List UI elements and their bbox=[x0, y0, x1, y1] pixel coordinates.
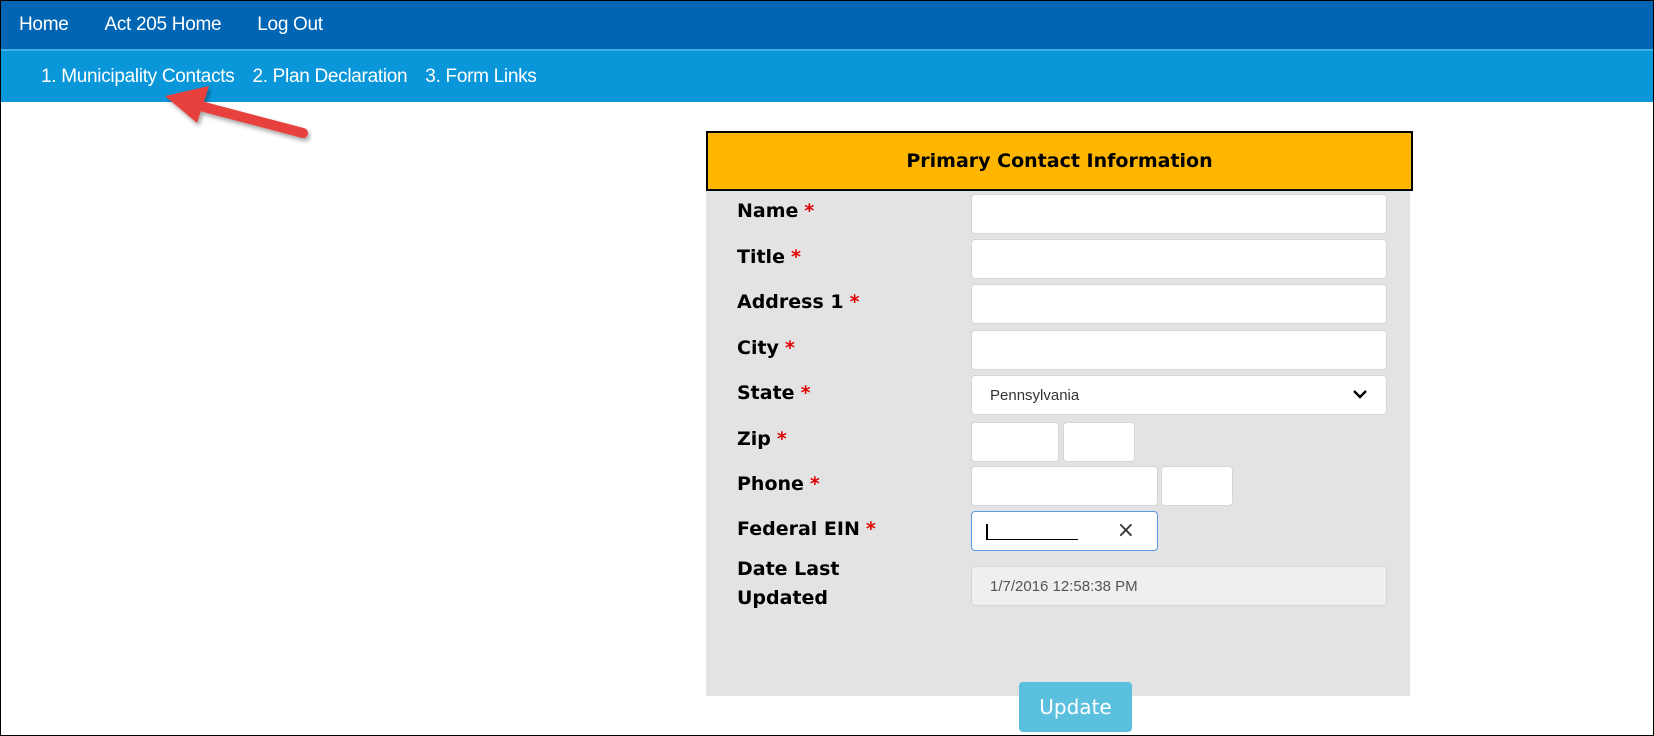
subnav-form-links-link[interactable]: 3. Form Links bbox=[425, 66, 536, 88]
date-last-updated-label: Date Last Updated bbox=[737, 558, 840, 609]
phone-input[interactable] bbox=[971, 466, 1158, 506]
required-mark: * bbox=[809, 473, 820, 495]
nav-logout-link[interactable]: Log Out bbox=[257, 14, 323, 36]
zip-label: Zip * bbox=[737, 428, 787, 450]
chevron-down-icon bbox=[1353, 390, 1367, 399]
zip-input[interactable] bbox=[971, 422, 1059, 462]
state-label: State * bbox=[737, 382, 811, 404]
browser-page: Home Act 205 Home Log Out 1. Municipalit… bbox=[0, 0, 1654, 736]
address1-label: Address 1 * bbox=[737, 291, 860, 313]
phone-ext-input[interactable] bbox=[1161, 466, 1233, 506]
phone-label: Phone * bbox=[737, 473, 820, 495]
required-mark: * bbox=[804, 200, 815, 222]
state-select[interactable]: Pennsylvania bbox=[971, 375, 1387, 415]
name-label: Name * bbox=[737, 200, 815, 222]
address1-input[interactable] bbox=[971, 284, 1387, 324]
federal-ein-input[interactable]: × bbox=[971, 511, 1158, 551]
required-mark: * bbox=[865, 518, 876, 540]
required-mark: * bbox=[790, 246, 801, 268]
city-label: City * bbox=[737, 337, 795, 359]
title-input[interactable] bbox=[971, 239, 1387, 279]
required-mark: * bbox=[776, 428, 787, 450]
zip-ext-input[interactable] bbox=[1063, 422, 1135, 462]
name-input[interactable] bbox=[971, 194, 1387, 234]
federal-ein-label: Federal EIN * bbox=[737, 518, 876, 540]
required-mark: * bbox=[800, 382, 811, 404]
required-mark: * bbox=[784, 337, 795, 359]
update-button[interactable]: Update bbox=[1019, 682, 1132, 732]
nav-home-link[interactable]: Home bbox=[19, 14, 69, 36]
panel-body: Name * Title * Address 1 * City * State * Pen… bbox=[706, 191, 1410, 732]
required-mark: * bbox=[849, 291, 860, 313]
date-last-updated-field: 1/7/2016 12:58:38 PM bbox=[971, 566, 1387, 606]
panel-title: Primary Contact Information bbox=[706, 131, 1413, 191]
top-nav: Home Act 205 Home Log Out bbox=[1, 1, 1653, 49]
primary-contact-panel: Primary Contact Information Name * Title *… bbox=[706, 131, 1413, 732]
text-caret bbox=[986, 524, 1078, 540]
state-select-value: Pennsylvania bbox=[990, 386, 1080, 404]
annotation-arrow-icon bbox=[165, 86, 308, 138]
clear-icon[interactable]: × bbox=[1117, 518, 1135, 543]
nav-act205-home-link[interactable]: Act 205 Home bbox=[104, 14, 221, 36]
title-label: Title * bbox=[737, 246, 801, 268]
city-input[interactable] bbox=[971, 330, 1387, 370]
